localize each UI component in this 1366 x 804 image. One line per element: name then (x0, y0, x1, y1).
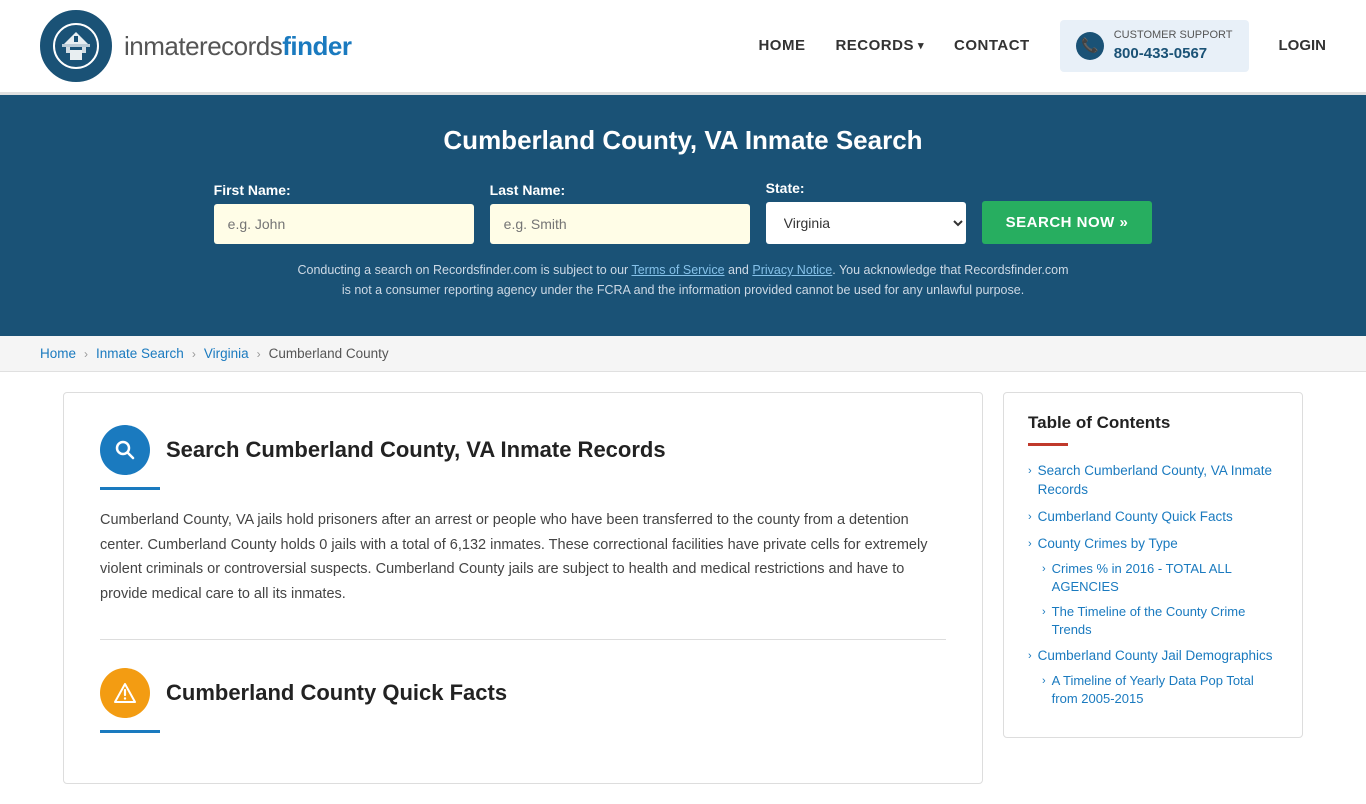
article: Search Cumberland County, VA Inmate Reco… (63, 392, 983, 784)
toc-sublink-3a[interactable]: › Crimes % in 2016 - TOTAL ALL AGENCIES (1042, 560, 1278, 596)
privacy-link[interactable]: Privacy Notice (752, 263, 832, 277)
section1-divider (100, 487, 160, 490)
search-section-icon (100, 425, 150, 475)
section1-header: Search Cumberland County, VA Inmate Reco… (100, 425, 946, 475)
search-form: First Name: Last Name: State: Virginia A… (40, 180, 1326, 244)
site-header: inmaterecordsfinder HOME RECORDS ▾ CONTA… (0, 0, 1366, 95)
main-content: Search Cumberland County, VA Inmate Reco… (43, 392, 1323, 784)
breadcrumb-sep-2: › (192, 347, 196, 361)
toc-box: Table of Contents › Search Cumberland Co… (1003, 392, 1303, 738)
toc-chevron-2: › (1028, 510, 1032, 525)
toc-chevron-4: › (1028, 649, 1032, 664)
sidebar: Table of Contents › Search Cumberland Co… (1003, 392, 1303, 738)
breadcrumb-sep-1: › (84, 347, 88, 361)
first-name-group: First Name: (214, 182, 474, 244)
nav-records[interactable]: RECORDS ▾ (835, 37, 924, 54)
state-group: State: Virginia Alabama Alaska Californi… (766, 180, 966, 244)
toc-item-1: › Search Cumberland County, VA Inmate Re… (1028, 462, 1278, 500)
logo-icon (40, 10, 112, 82)
last-name-label: Last Name: (490, 182, 750, 198)
section2-title: Cumberland County Quick Facts (166, 680, 507, 706)
toc-sub-item-4a: › A Timeline of Yearly Data Pop Total fr… (1042, 672, 1278, 708)
section2-header: Cumberland County Quick Facts (100, 668, 946, 718)
terms-link[interactable]: Terms of Service (631, 263, 724, 277)
support-box: 📞 CUSTOMER SUPPORT 800-433-0567 (1060, 20, 1249, 72)
breadcrumb-current: Cumberland County (269, 346, 389, 361)
toc-sub-item-3b: › The Timeline of the County Crime Trend… (1042, 603, 1278, 639)
toc-sublink-3b[interactable]: › The Timeline of the County Crime Trend… (1042, 603, 1278, 639)
breadcrumb-sep-3: › (257, 347, 261, 361)
section2-divider (100, 730, 160, 733)
nav-home[interactable]: HOME (758, 37, 805, 54)
toc-item-4: › Cumberland County Jail Demographics › … (1028, 647, 1278, 708)
toc-sublink-4a[interactable]: › A Timeline of Yearly Data Pop Total fr… (1042, 672, 1278, 708)
support-text: CUSTOMER SUPPORT 800-433-0567 (1114, 28, 1233, 64)
quick-facts-section: Cumberland County Quick Facts (100, 639, 946, 733)
main-nav: HOME RECORDS ▾ CONTACT 📞 CUSTOMER SUPPOR… (758, 20, 1326, 72)
toc-sub-item-3a: › Crimes % in 2016 - TOTAL ALL AGENCIES (1042, 560, 1278, 596)
search-button[interactable]: SEARCH NOW » (982, 201, 1153, 244)
breadcrumb-home[interactable]: Home (40, 346, 76, 361)
alert-section-icon (100, 668, 150, 718)
toc-chevron-1: › (1028, 464, 1032, 479)
login-button[interactable]: LOGIN (1279, 37, 1327, 54)
toc-sub-chevron-3b: › (1042, 605, 1046, 620)
toc-sublist-3: › Crimes % in 2016 - TOTAL ALL AGENCIES … (1042, 560, 1278, 640)
toc-sub-chevron-4a: › (1042, 674, 1046, 689)
toc-link-2[interactable]: › Cumberland County Quick Facts (1028, 508, 1278, 527)
logo-area: inmaterecordsfinder (40, 10, 351, 82)
toc-divider (1028, 443, 1068, 446)
toc-chevron-3: › (1028, 537, 1032, 552)
toc-item-3: › County Crimes by Type › Crimes % in 20… (1028, 535, 1278, 640)
toc-link-1[interactable]: › Search Cumberland County, VA Inmate Re… (1028, 462, 1278, 500)
last-name-input[interactable] (490, 204, 750, 244)
toc-sub-chevron-3a: › (1042, 562, 1046, 577)
toc-sublist-4: › A Timeline of Yearly Data Pop Total fr… (1042, 672, 1278, 708)
toc-title: Table of Contents (1028, 413, 1278, 433)
state-select[interactable]: Virginia Alabama Alaska California Flori… (766, 202, 966, 244)
toc-link-4[interactable]: › Cumberland County Jail Demographics (1028, 647, 1278, 666)
first-name-label: First Name: (214, 182, 474, 198)
section1-text: Cumberland County, VA jails hold prisone… (100, 508, 946, 607)
hero-section: Cumberland County, VA Inmate Search Firs… (0, 95, 1366, 336)
toc-list: › Search Cumberland County, VA Inmate Re… (1028, 462, 1278, 709)
last-name-group: Last Name: (490, 182, 750, 244)
inmate-records-section: Search Cumberland County, VA Inmate Reco… (100, 425, 946, 607)
page-title: Cumberland County, VA Inmate Search (40, 125, 1326, 156)
logo-text: inmaterecordsfinder (124, 31, 351, 62)
state-label: State: (766, 180, 966, 196)
toc-link-3[interactable]: › County Crimes by Type (1028, 535, 1278, 554)
phone-icon: 📞 (1076, 32, 1104, 60)
chevron-down-icon: ▾ (918, 39, 924, 52)
breadcrumb-inmate-search[interactable]: Inmate Search (96, 346, 184, 361)
nav-contact[interactable]: CONTACT (954, 37, 1030, 54)
section1-title: Search Cumberland County, VA Inmate Reco… (166, 437, 666, 463)
breadcrumb-virginia[interactable]: Virginia (204, 346, 249, 361)
disclaimer-text: Conducting a search on Recordsfinder.com… (293, 260, 1073, 300)
breadcrumb: Home › Inmate Search › Virginia › Cumber… (0, 336, 1366, 372)
toc-item-2: › Cumberland County Quick Facts (1028, 508, 1278, 527)
first-name-input[interactable] (214, 204, 474, 244)
